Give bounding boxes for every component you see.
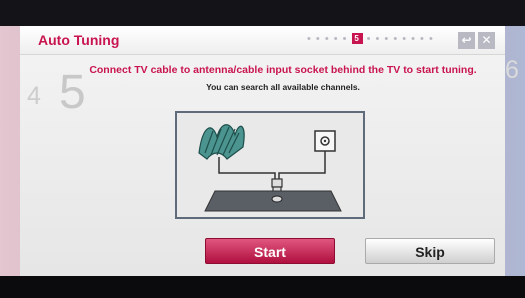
wall-socket-icon: [314, 130, 336, 152]
antenna-icon: [198, 124, 245, 167]
bottom-bar: [0, 276, 525, 298]
current-step-badge: 5: [351, 33, 363, 44]
step-progress-indicator: • • • • • 5 • • • • • • • •: [307, 33, 434, 45]
antenna-cable-connection-diagram: [198, 124, 342, 212]
previous-step-number: 4: [27, 82, 41, 110]
step-dots-after: • • • • • • • •: [366, 33, 434, 45]
page-title: Auto Tuning: [38, 32, 120, 48]
close-x-icon: ✕: [481, 33, 492, 47]
next-step-number: 6: [505, 56, 519, 84]
current-step-number: 5: [59, 66, 86, 119]
skip-button[interactable]: Skip: [365, 238, 495, 264]
step-dots-before: • • • • •: [307, 33, 348, 45]
back-button[interactable]: ↩: [458, 32, 475, 49]
top-bar: [0, 0, 525, 26]
return-arrow-icon: ↩: [461, 33, 472, 47]
close-button[interactable]: ✕: [478, 32, 495, 49]
instruction-secondary: You can search all available channels.: [206, 82, 360, 92]
antenna-connection-diagram: [175, 111, 365, 219]
tv-base-icon: [204, 190, 342, 212]
instruction-primary: Connect TV cable to antenna/cable input …: [89, 64, 477, 76]
panel-header: Auto Tuning • • • • • 5 • • • • • • • • …: [20, 26, 505, 55]
start-button[interactable]: Start: [205, 238, 335, 264]
